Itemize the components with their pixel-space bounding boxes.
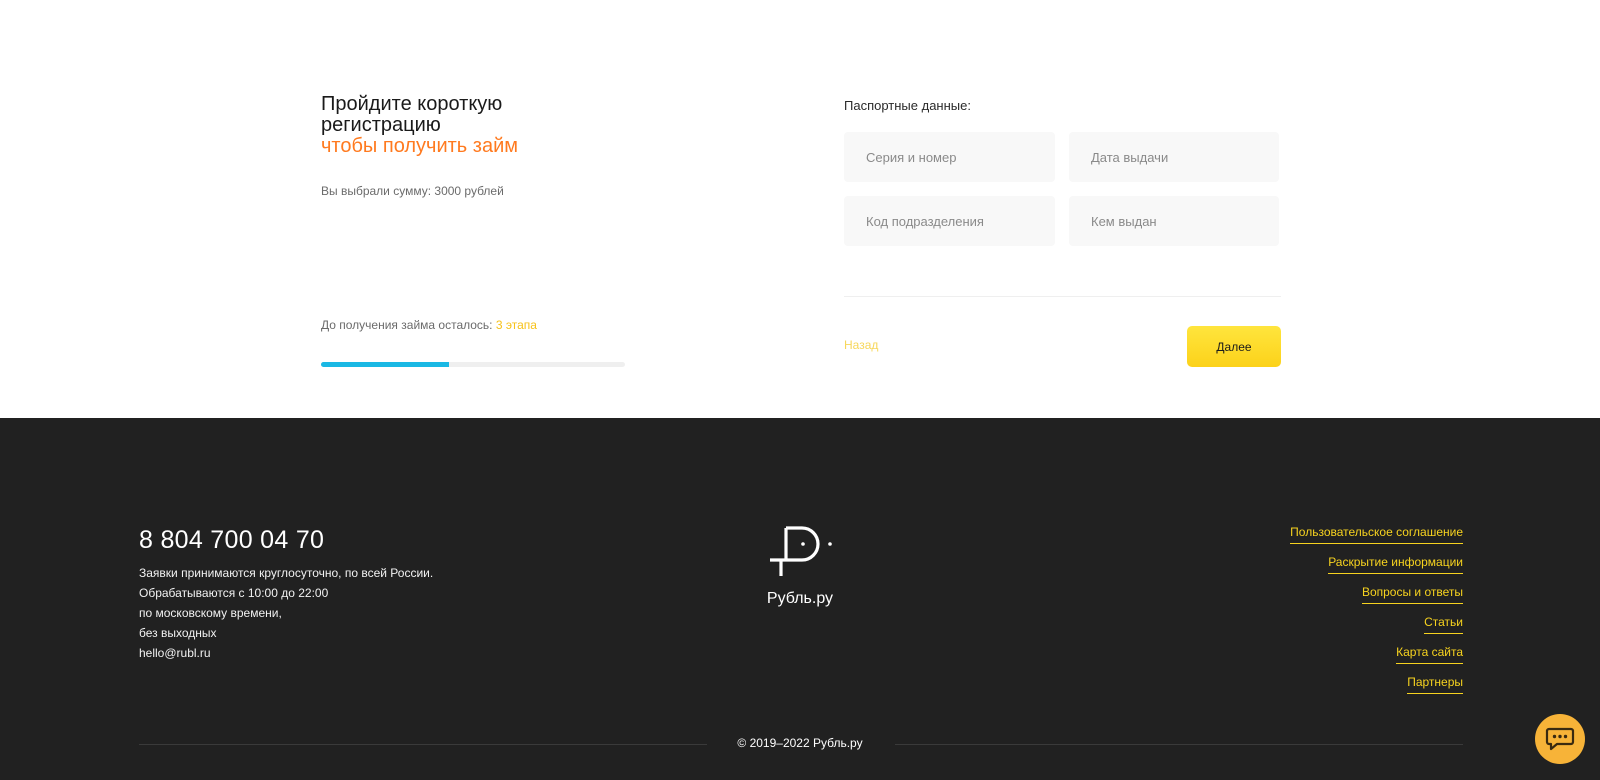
remaining-steps-count: 3 этапа <box>495 318 537 332</box>
footer-info-line: Заявки принимаются круглосуточно, по все… <box>139 566 434 580</box>
footer-info-line: по московскому времени, <box>139 606 282 620</box>
footer-brand: Рубль.ру <box>766 590 834 607</box>
chat-button[interactable] <box>1535 714 1585 764</box>
footer-links: Пользовательское соглашение Раскрытие ин… <box>1290 526 1463 706</box>
footer-link-faq[interactable]: Вопросы и ответы <box>1361 586 1463 604</box>
footer-phone[interactable]: 8 804 700 04 70 <box>139 526 324 555</box>
hero-title-accent: чтобы получить займ <box>321 135 518 157</box>
ruble-logo-icon[interactable] <box>768 524 832 584</box>
hero-title: Пройдите короткую регистрацию чтобы полу… <box>321 94 641 157</box>
footer-divider-left <box>139 744 707 745</box>
footer-link-user-agreement[interactable]: Пользовательское соглашение <box>1290 526 1463 544</box>
hero-title-line1: Пройдите короткую <box>321 93 503 115</box>
division-code-input[interactable] <box>844 196 1055 246</box>
footer: 8 804 700 04 70 Заявки принимаются кругл… <box>0 418 1600 780</box>
copyright: © 2019–2022 Рубль.ру <box>737 736 863 750</box>
chosen-sum-text: Вы выбрали сумму: 3000 рублей <box>321 184 504 198</box>
footer-divider-right <box>895 744 1463 745</box>
footer-info-line: Обрабатываются с 10:00 до 22:00 <box>139 586 329 600</box>
issue-date-input[interactable] <box>1069 132 1279 182</box>
footer-link-sitemap[interactable]: Карта сайта <box>1396 646 1463 664</box>
form-divider <box>844 296 1281 297</box>
remaining-label: До получения займа осталось: <box>321 318 496 332</box>
next-button[interactable]: Далее <box>1187 326 1281 367</box>
footer-link-articles[interactable]: Статьи <box>1424 616 1463 634</box>
footer-info-line: без выходных <box>139 626 217 640</box>
hero-title-line2: регистрацию <box>321 114 441 136</box>
progress-bar <box>321 362 625 367</box>
registration-section: Пройдите короткую регистрацию чтобы полу… <box>0 0 1600 418</box>
back-link[interactable]: Назад <box>844 338 878 352</box>
footer-email[interactable]: hello@rubl.ru <box>139 643 433 663</box>
footer-link-partners[interactable]: Партнеры <box>1407 676 1463 694</box>
chat-bubble-icon <box>1545 727 1575 751</box>
issued-by-input[interactable] <box>1069 196 1279 246</box>
passport-form-title: Паспортные данные: <box>844 98 971 113</box>
passport-series-input[interactable] <box>844 132 1055 182</box>
progress-bar-fill <box>321 362 449 367</box>
footer-info: Заявки принимаются круглосуточно, по все… <box>139 563 433 663</box>
footer-link-disclosure[interactable]: Раскрытие информации <box>1328 556 1463 574</box>
remaining-steps-text: До получения займа осталось: 3 этапа <box>321 318 537 332</box>
